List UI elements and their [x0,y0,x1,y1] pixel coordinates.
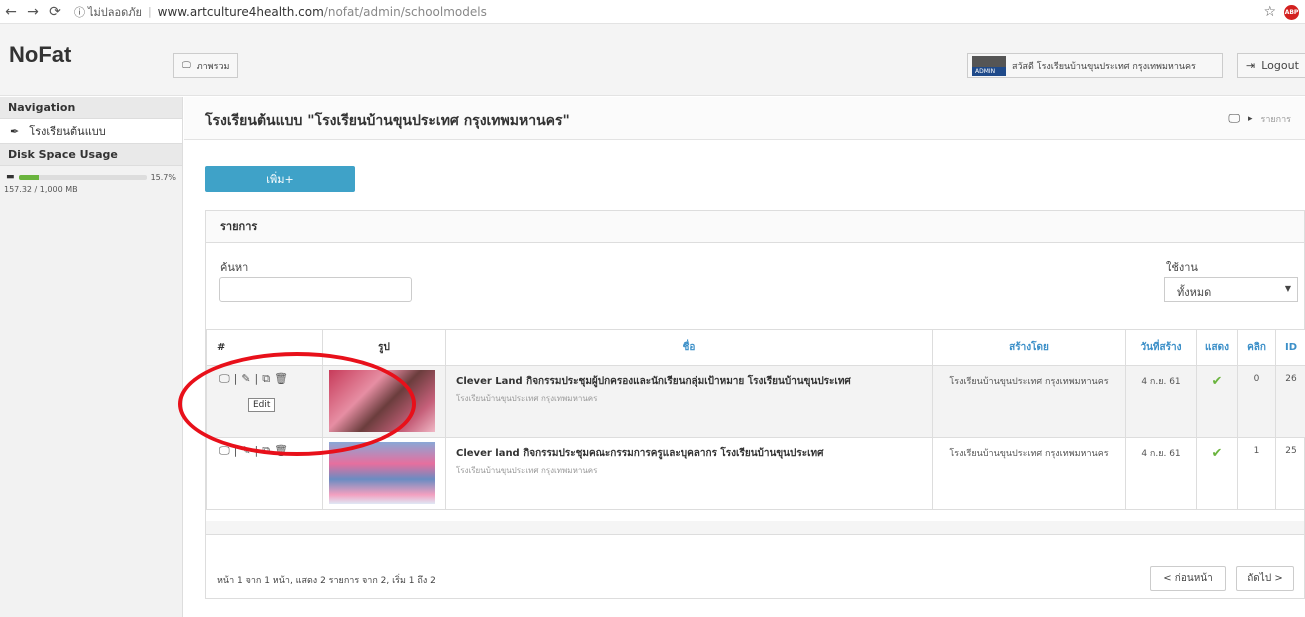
search-label: ค้นหา [220,261,249,274]
table-footer-bar [206,521,1304,535]
prev-page-button[interactable]: < ก่อนหน้า [1150,566,1226,591]
row-date: 4 ก.ย. 61 [1125,437,1197,510]
row-subtitle: โรงเรียนบ้านขุนประเทศ กรุงเทพมหานคร [456,466,598,475]
row-id: 26 [1275,365,1305,438]
row-title-cell: Clever land กิจกรรมประชุมคณะกรรมการครูแล… [445,437,933,510]
row-clicks: 1 [1237,437,1276,510]
pagination-info: หน้า 1 จาก 1 หน้า, แสดง 2 รายการ จาก 2, … [217,576,436,586]
adblock-icon[interactable]: ABP [1284,4,1299,20]
url-path: /nofat/admin/schoolmodels [323,4,487,19]
disk-usage: ▬ 15.7% [0,166,182,182]
url-domain: www.artculture4health.com [157,4,324,19]
page-header: โรงเรียนต้นแบบ "โรงเรียนบ้านขุนประเทศ กร… [184,97,1305,140]
page-title: โรงเรียนต้นแบบ "โรงเรียนบ้านขุนประเทศ กร… [205,113,570,129]
col-header-clicks[interactable]: คลิก [1237,329,1276,366]
status-filter-label: ใช้งาน [1166,261,1198,274]
row-created-by: โรงเรียนบ้านขุนประเทศ กรุงเทพมหานคร [932,437,1126,510]
overview-label: ภาพรวม [196,61,230,72]
highlight-circle-annotation [178,352,416,456]
row-title[interactable]: Clever Land กิจกรรมประชุมผู้ปกครองและนัก… [456,374,932,389]
col-header-id[interactable]: ID [1275,329,1305,366]
edit-tooltip: Edit [248,398,276,412]
logout-icon: ⇥ [1246,59,1256,72]
app-header: NoFat 🖵 ภาพรวม สวัสดี โรงเรียนบ้านขุนประ… [0,24,1305,96]
search-input[interactable] [219,277,412,302]
breadcrumb: 🖵 ▸ รายการ [1228,111,1291,126]
security-text: ไม่ปลอดภัย [88,5,142,19]
col-header-name[interactable]: ชื่อ [445,329,933,366]
info-icon: ⓘ [74,5,85,19]
overview-button[interactable]: 🖵 ภาพรวม [173,53,239,78]
next-page-button[interactable]: ถัดไป > [1236,566,1294,591]
row-show: ✔ [1196,365,1238,438]
url-field[interactable]: www.artculture4health.com/nofat/admin/sc… [158,5,487,19]
disk-space-heading: Disk Space Usage [0,144,182,166]
hard-drive-icon: ▬ [6,172,15,182]
row-title[interactable]: Clever land กิจกรรมประชุมคณะกรรมการครูแล… [456,446,932,461]
row-subtitle: โรงเรียนบ้านขุนประเทศ กรุงเทพมหานคร [456,394,598,403]
caret-down-icon: ▼ [1284,284,1291,293]
chevron-right-icon: ▸ [1247,113,1253,124]
col-header-date[interactable]: วันที่สร้าง [1125,329,1197,366]
avatar [972,55,1006,76]
col-header-created-by[interactable]: สร้างโดย [932,329,1126,366]
panel-heading: รายการ [206,211,1304,243]
status-filter-select[interactable]: ทั้งหมด ▼ [1164,277,1298,302]
pen-icon: ✒ [10,124,20,138]
url-separator: | [147,5,152,18]
user-greeting: สวัสดี โรงเรียนบ้านขุนประเทศ กรุงเทพมหาน… [1012,61,1196,72]
add-button[interactable]: เพิ่ม+ [205,166,355,192]
check-icon[interactable]: ✔ [1212,446,1223,461]
user-menu-button[interactable]: สวัสดี โรงเรียนบ้านขุนประเทศ กรุงเทพมหาน… [967,53,1223,78]
monitor-icon: 🖵 [182,60,191,71]
row-date: 4 ก.ย. 61 [1125,365,1197,438]
security-indicator[interactable]: ⓘ ไม่ปลอดภัย [74,3,142,21]
back-icon[interactable]: ← [0,4,22,20]
disk-percent: 15.7% [150,172,176,182]
row-id: 25 [1275,437,1305,510]
row-title-cell: Clever Land กิจกรรมประชุมผู้ปกครองและนัก… [445,365,933,438]
sidebar-item-school-models[interactable]: ✒ โรงเรียนต้นแบบ [0,119,182,144]
row-clicks: 0 [1237,365,1276,438]
browser-toolbar: ← → ⟳ ⓘ ไม่ปลอดภัย | www.artculture4heal… [0,0,1305,24]
reload-icon[interactable]: ⟳ [44,4,66,20]
table-header-row: # รูป ชื่อ สร้างโดย วันที่สร้าง แสดง คลิ… [206,329,1305,366]
disk-usage-text: 157.32 / 1,000 MB [4,185,78,194]
monitor-icon[interactable]: 🖵 [1228,111,1240,126]
logout-label: Logout [1261,59,1299,72]
check-icon[interactable]: ✔ [1212,374,1223,389]
navigation-heading: Navigation [0,97,182,119]
sidebar-item-label: โรงเรียนต้นแบบ [29,125,106,138]
breadcrumb-current: รายการ [1260,114,1292,125]
brand-logo[interactable]: NoFat [9,42,71,68]
disk-progress-fill [18,174,39,180]
table-row: 🖵 | ✎ | ⧉ 🗑 Clever land กิจกรรมประชุมคณะกรรมก… [206,437,1305,510]
sidebar: Navigation ✒ โรงเรียนต้นแบบ Disk Space U… [0,97,183,617]
col-header-show[interactable]: แสดง [1196,329,1238,366]
row-created-by: โรงเรียนบ้านขุนประเทศ กรุงเทพมหานคร [932,365,1126,438]
bookmark-star-icon[interactable]: ☆ [1263,4,1276,20]
logout-button[interactable]: ⇥ Logout [1237,53,1305,78]
status-filter-value: ทั้งหมด [1177,286,1212,299]
forward-icon[interactable]: → [22,4,44,20]
disk-progress-bar [18,174,147,180]
row-show: ✔ [1196,437,1238,510]
